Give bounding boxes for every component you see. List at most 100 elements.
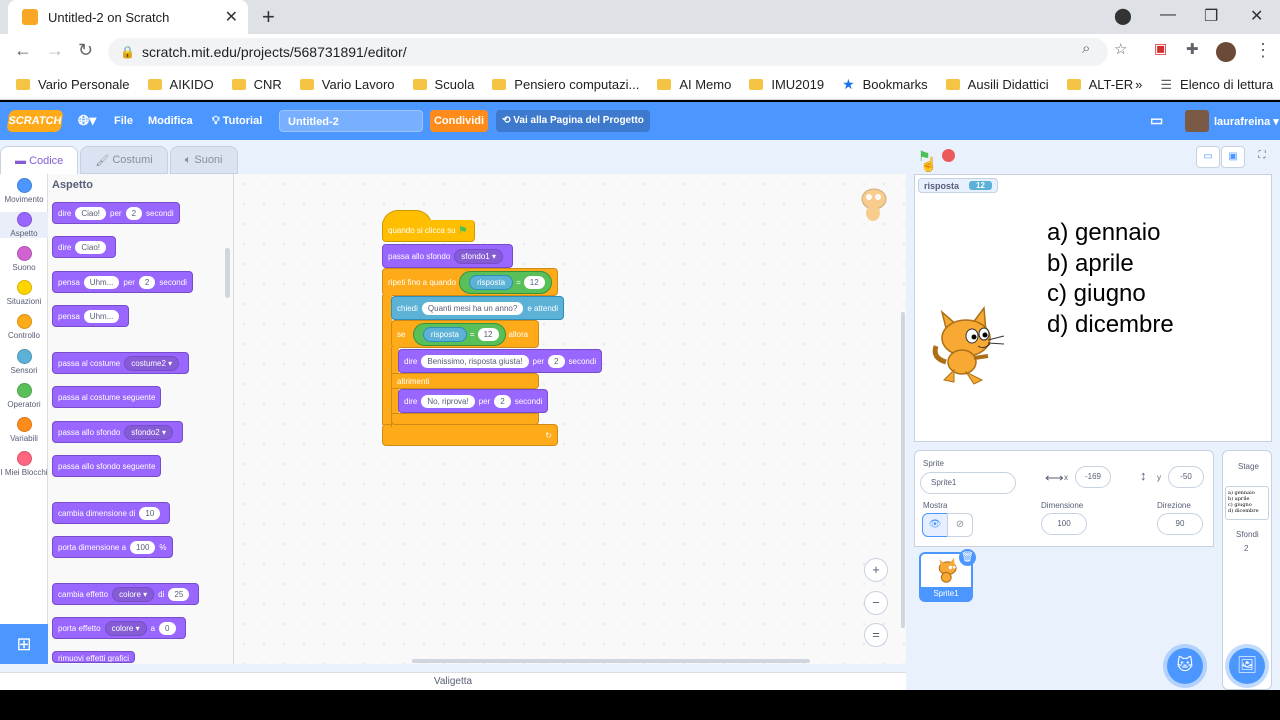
hide-sprite-eye-icon[interactable]: ⊘ <box>947 513 973 537</box>
category-movimento[interactable]: Movimento <box>0 178 48 204</box>
bookmark-star-icon[interactable]: ☆ <box>1114 40 1127 58</box>
user-avatar[interactable] <box>1185 110 1209 132</box>
tab-sounds[interactable]: 🔈︎ Suoni <box>169 146 238 174</box>
bookmark-folder[interactable]: Vario Lavoro <box>299 77 395 92</box>
browser-tab[interactable]: Untitled-2 on Scratch ✕ <box>8 0 248 34</box>
sprite-name-input[interactable]: Sprite1 <box>920 472 1016 494</box>
script-horizontal-scrollbar[interactable] <box>412 659 810 663</box>
bookmark-folder[interactable]: Scuola <box>412 77 474 92</box>
when-flag-clicked-block[interactable]: quando si clicca su ⚑ <box>382 220 475 242</box>
tab-code[interactable]: ▬ Codice <box>0 146 79 174</box>
zoom-in-button[interactable]: + <box>864 558 888 582</box>
zoom-reset-button[interactable]: = <box>864 623 888 647</box>
bookmark-folder[interactable]: IMU2019 <box>749 77 824 92</box>
switch-backdrop-block[interactable]: passa allo sfondo sfondo1 ▾ <box>382 244 513 268</box>
cat-sprite[interactable] <box>928 305 1006 386</box>
file-menu[interactable]: File <box>114 115 133 127</box>
bookmark-folder[interactable]: Vario Personale <box>16 77 130 92</box>
y-input[interactable]: -50 <box>1168 466 1204 488</box>
block-change-effect[interactable]: cambia effetto colore ▾ di 25 <box>52 583 200 605</box>
my-stuff-folder-icon[interactable]: ▭ <box>1150 112 1163 129</box>
delete-sprite-trash-icon[interactable]: 🗑︎ <box>959 549 976 566</box>
repeat-until-block[interactable]: ripeti fino a quando risposta = 12 <box>382 268 558 296</box>
back-icon[interactable]: ← <box>14 40 32 61</box>
category-operatori[interactable]: Operatori <box>0 383 48 409</box>
share-button[interactable]: Condividi <box>430 110 488 132</box>
category-controllo[interactable]: Controllo <box>0 314 48 340</box>
block-clear-effects[interactable]: rimuovi effetti grafici <box>52 651 135 663</box>
stop-button[interactable] <box>942 149 955 162</box>
block-think-for-secs[interactable]: pensa Uhm... per 2 secondi <box>52 271 193 293</box>
block-say[interactable]: dire Ciao! <box>52 236 117 258</box>
bookmark-folder[interactable]: Ausili Didattici <box>945 77 1049 92</box>
project-page-button[interactable]: ⟲ Vai alla Pagina del Progetto <box>496 110 650 132</box>
edit-menu[interactable]: Modifica <box>148 115 193 127</box>
backpack-bar[interactable]: Valigetta <box>0 672 906 690</box>
category-variabili[interactable]: Variabili <box>0 417 48 443</box>
palette-scrollbar[interactable] <box>225 248 230 298</box>
block-next-costume[interactable]: passa al costume seguente <box>52 386 162 408</box>
category-suono[interactable]: Suono <box>0 246 48 272</box>
block-set-effect[interactable]: porta effetto colore ▾ a 0 <box>52 617 186 639</box>
reload-icon[interactable]: ↻ <box>78 40 93 61</box>
large-stage-button[interactable]: ▣ <box>1221 146 1245 168</box>
project-title-input[interactable]: Untitled-2 <box>279 110 423 132</box>
more-menu-icon[interactable]: ⋮ <box>1254 40 1272 61</box>
restore-icon[interactable]: ❐ <box>1204 6 1218 26</box>
stage-thumbnail[interactable]: a) gennaio b) aprile c) giugno d) dicemb… <box>1225 486 1269 520</box>
script-area[interactable] <box>234 174 906 664</box>
ask-and-wait-block[interactable]: chiedi Quanti mesi ha un anno? e attendi <box>391 296 565 320</box>
category-i-miei-blocchi[interactable]: I Miei Blocchi <box>0 451 48 477</box>
bookmarks-overflow-button[interactable]: » <box>1135 77 1142 92</box>
fullscreen-button[interactable]: ⛶ <box>1250 146 1274 168</box>
new-tab-button[interactable]: + <box>262 4 275 30</box>
tab-costumes[interactable]: 🖌︎ Costumi <box>80 146 168 174</box>
extension-pocket-icon[interactable]: ▣ <box>1154 40 1167 57</box>
block-change-size[interactable]: cambia dimensione di 10 <box>52 502 171 524</box>
bookmark-folder[interactable]: CNR <box>231 77 282 92</box>
category-aspetto[interactable]: Aspetto <box>0 212 48 238</box>
minimize-icon[interactable]: — <box>1160 6 1176 24</box>
block-next-backdrop[interactable]: passa allo sfondo seguente <box>52 455 162 477</box>
profile-avatar[interactable] <box>1216 42 1236 62</box>
profile-menu-icon[interactable]: ⬤ <box>1114 6 1132 26</box>
bookmark-folder[interactable]: AI Memo <box>657 77 731 92</box>
block-say-for-secs[interactable]: dire Ciao! per 2 secondi <box>52 202 180 224</box>
close-window-icon[interactable]: ✕ <box>1250 6 1263 26</box>
language-globe-icon[interactable]: 🌐︎▾ <box>78 112 96 129</box>
category-situazioni[interactable]: Situazioni <box>0 280 48 306</box>
close-tab-icon[interactable]: ✕ <box>225 7 238 27</box>
add-extension-button[interactable]: ⊞ <box>0 624 48 664</box>
user-menu[interactable]: laurafreina ▾ <box>1214 115 1279 128</box>
extensions-puzzle-icon[interactable]: ✚ <box>1186 40 1199 58</box>
block-switch-backdrop[interactable]: passa allo sfondo sfondo2 ▾ <box>52 421 183 443</box>
x-input[interactable]: -169 <box>1075 466 1111 488</box>
zoom-search-icon[interactable]: ⌕ <box>1082 40 1090 57</box>
bookmark-folder[interactable]: AIKIDO <box>147 77 214 92</box>
category-sensori[interactable]: Sensori <box>0 349 48 375</box>
say-for-secs-block[interactable]: dire Benissimo, risposta giusta! per 2 secon… <box>398 349 603 373</box>
small-stage-button[interactable]: ▭ <box>1196 146 1220 168</box>
bookmark-item[interactable]: ★ Bookmarks <box>842 76 928 93</box>
block-switch-costume[interactable]: passa al costume costume2 ▾ <box>52 352 190 374</box>
tutorial-menu[interactable]: 💡︎ Tutorial <box>212 115 262 128</box>
if-else-block[interactable]: se risposta = 12 allora <box>391 320 539 348</box>
direction-input[interactable]: 90 <box>1157 513 1203 535</box>
reading-list-button[interactable]: ☰ Elenco di lettura <box>1160 77 1273 93</box>
variable-monitor[interactable]: risposta 12 <box>918 178 998 193</box>
say-for-secs-block[interactable]: dire No, riprova! per 2 secondi <box>398 389 549 413</box>
zoom-out-button[interactable]: − <box>864 591 888 615</box>
equals-operator[interactable]: risposta = 12 <box>459 270 552 294</box>
size-input[interactable]: 100 <box>1041 513 1087 535</box>
address-bar[interactable]: 🔒 scratch.mit.edu/projects/568731891/edi… <box>108 38 1108 66</box>
equals-operator[interactable]: risposta = 12 <box>412 322 506 346</box>
scratch-logo[interactable]: SCRATCH <box>6 110 64 132</box>
block-think[interactable]: pensa Uhm... <box>52 305 130 327</box>
bookmark-folder[interactable]: ALT-ER <box>1066 77 1133 92</box>
block-set-size[interactable]: porta dimensione a 100% <box>52 536 173 558</box>
bookmark-folder[interactable]: Pensiero computazi... <box>492 77 639 92</box>
forward-icon[interactable]: → <box>46 40 64 61</box>
choose-backdrop-button[interactable]: 🖼︎ <box>1229 648 1265 684</box>
choose-sprite-button[interactable]: 🐱︎ <box>1167 648 1203 684</box>
show-sprite-eye-icon[interactable]: 👁︎ <box>922 513 948 537</box>
